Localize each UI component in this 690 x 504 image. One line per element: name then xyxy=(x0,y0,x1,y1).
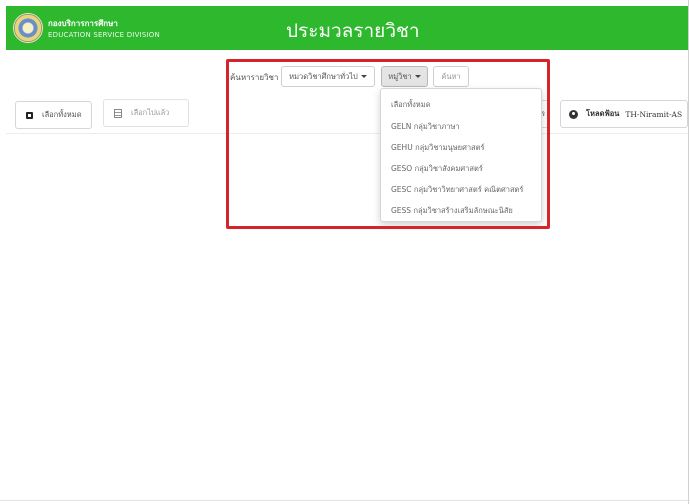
list-icon xyxy=(114,108,122,118)
selected-items-button[interactable]: เลือกไปแล้ว xyxy=(103,99,189,127)
dropdown-item-geso[interactable]: GESO กลุ่มวิชาสังคมศาสตร์ xyxy=(391,163,483,175)
org-subtitle: EDUCATION SERVICE DIVISION xyxy=(48,31,160,39)
dropdown-item-gehu[interactable]: GEHU กลุ่มวิชามนุษยศาสตร์ xyxy=(391,142,485,154)
group-dropdown-menu: เลือกทั้งหมด GELN กลุ่มวิชาภาษา GEHU กลุ… xyxy=(380,88,542,222)
frame-border-right xyxy=(688,0,689,504)
frame-border-bottom xyxy=(0,500,690,501)
page-title: ประมวลรายวิชา xyxy=(286,20,420,42)
category-select-value: หมวดวิชาศึกษาทั่วไป xyxy=(289,71,358,81)
dropdown-item-geln[interactable]: GELN กลุ่มวิชาภาษา xyxy=(391,121,460,133)
group-select-button[interactable]: หมู่วิชา xyxy=(381,66,428,87)
download-label: โหลดฟ้อน xyxy=(586,109,620,118)
checkbox-square-icon xyxy=(26,111,33,119)
dropdown-item-gess[interactable]: GESS กลุ่มวิชาสร้างเสริมลักษณะนิสัย xyxy=(391,205,513,217)
group-select-value: หมู่วิชา xyxy=(388,71,412,81)
search-label: ค้นหารายวิชา xyxy=(230,73,279,82)
caret-down-icon xyxy=(360,75,367,78)
download-font-name: TH-Niramit-AS xyxy=(625,109,683,119)
dropdown-item-gesc[interactable]: GESC กลุ่มวิชาวิทยาศาสตร์ คณิตศาสตร์ xyxy=(391,184,523,196)
selected-items-label: เลือกไปแล้ว xyxy=(131,108,170,117)
org-name: กองบริการการศึกษา xyxy=(48,19,118,28)
search-placeholder: ค้นหา xyxy=(441,71,461,81)
dropdown-item-select-all[interactable]: เลือกทั้งหมด xyxy=(391,99,431,111)
header-bar: กองบริการการศึกษา EDUCATION SERVICE DIVI… xyxy=(6,6,688,50)
select-all-button[interactable]: เลือกทั้งหมด xyxy=(15,101,92,129)
toolbar-divider xyxy=(6,133,688,134)
select-all-label: เลือกทั้งหมด xyxy=(42,110,82,119)
download-font-button[interactable]: โหลดฟ้อน TH-Niramit-AS xyxy=(560,100,688,128)
download-circle-icon xyxy=(569,109,578,119)
category-select[interactable]: หมวดวิชาศึกษาทั่วไป xyxy=(281,66,375,87)
university-logo xyxy=(13,13,43,43)
caret-down-icon xyxy=(414,75,421,78)
search-input[interactable]: ค้นหา xyxy=(433,66,469,87)
